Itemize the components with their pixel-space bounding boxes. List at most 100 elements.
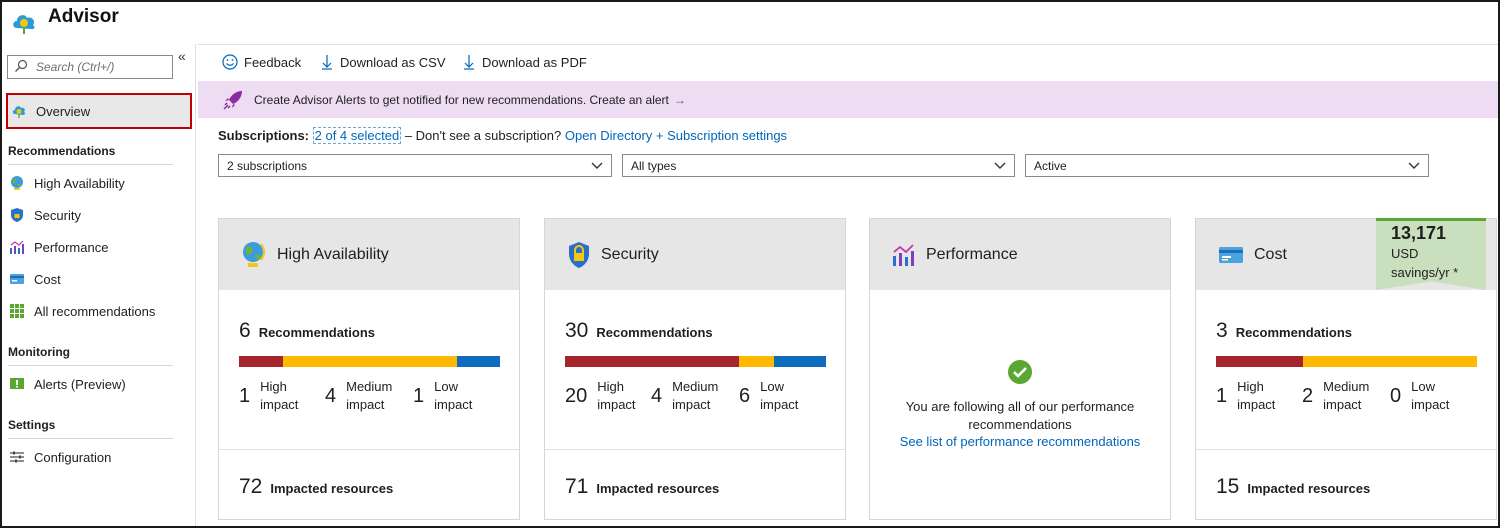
card-high-availability[interactable]: High Availability 6 Recommendations 1 Hig… [218, 218, 520, 520]
high-impact-label: High impact [260, 379, 299, 412]
impacted-resources: 72 Impacted resources [239, 475, 393, 499]
medium-impact: 4 Medium impact [651, 378, 732, 414]
card-title: High Availability [277, 245, 389, 263]
impacted-resources-number: 71 [565, 475, 589, 498]
impact-breakdown: 1 High impact 4 Medium impact 1 Low impact [239, 378, 509, 414]
chevron-down-icon [591, 162, 603, 169]
sidebar-item-label: Alerts (Preview) [34, 376, 126, 392]
savings-currency: USD [1391, 246, 1419, 261]
sidebar: « Overview Recommendations High Availabi… [2, 44, 196, 526]
impact-breakdown: 20 High impact 4 Medium impact 6 Low impact [565, 378, 835, 414]
search-icon [15, 59, 28, 72]
sidebar-item-label: Security [34, 207, 81, 223]
arrow-right-icon: → [673, 92, 686, 107]
impacted-resources-label: Impacted resources [270, 481, 394, 496]
impacted-resources-label: Impacted resources [1247, 481, 1371, 496]
feedback-label: Feedback [244, 54, 302, 70]
shield-icon [567, 241, 591, 269]
low-impact: 0 Low impact [1390, 378, 1471, 414]
impacted-resources: 71 Impacted resources [565, 475, 719, 499]
advisor-icon [10, 102, 28, 120]
title-bar: Advisor [2, 2, 1498, 42]
card-title: Performance [926, 245, 1018, 263]
impact-bar-high [239, 356, 283, 367]
savings-amount: 13,171 [1391, 223, 1447, 243]
medium-impact-label: Medium impact [672, 379, 719, 412]
sidebar-item-all-recommendations[interactable]: All recommendations [2, 296, 194, 326]
impacted-resources-label: Impacted resources [596, 481, 720, 496]
low-impact: 6 Low impact [739, 378, 820, 414]
search-box[interactable] [7, 55, 173, 79]
low-impact-label: Low impact [434, 379, 473, 412]
download-pdf-button[interactable]: Download as PDF [462, 54, 587, 70]
divider [1196, 449, 1496, 450]
low-impact-count: 0 [1390, 384, 1402, 407]
performance-chart-icon [892, 243, 916, 267]
recommendations-label: Recommendations [258, 325, 375, 340]
subscriptions-dropdown[interactable]: 2 subscriptions [218, 154, 612, 177]
recommendations-count: 6 Recommendations [239, 319, 375, 343]
recommendations-label: Recommendations [1235, 325, 1352, 340]
section-recommendations: Recommendations [8, 144, 173, 165]
sidebar-item-label: Cost [34, 271, 61, 287]
subscriptions-selected-link[interactable]: 2 of 4 selected [312, 127, 402, 144]
advisor-logo-icon [13, 15, 35, 34]
low-impact-label: Low impact [760, 379, 799, 412]
download-pdf-label: Download as PDF [482, 54, 587, 70]
sidebar-item-alerts[interactable]: Alerts (Preview) [2, 369, 194, 399]
download-csv-label: Download as CSV [340, 54, 446, 70]
divider [545, 449, 845, 450]
smiley-icon [222, 54, 238, 70]
types-dropdown[interactable]: All types [622, 154, 1015, 177]
following-message: You are following all of our performance… [905, 399, 1135, 432]
sidebar-item-high-availability[interactable]: High Availability [2, 168, 194, 198]
status-dropdown[interactable]: Active [1025, 154, 1429, 177]
card-performance[interactable]: Performance You are following all of our… [869, 218, 1171, 520]
high-impact-label: High impact [597, 379, 636, 412]
recommendations-label: Recommendations [596, 325, 713, 340]
directory-settings-link[interactable]: Open Directory + Subscription settings [565, 128, 787, 143]
sidebar-item-configuration[interactable]: Configuration [2, 442, 194, 472]
types-dropdown-value: All types [631, 158, 677, 173]
grid-icon [8, 302, 26, 320]
card-security[interactable]: Security 30 Recommendations 20 High impac… [544, 218, 846, 520]
subscriptions-line: Subscriptions: 2 of 4 selected – Don't s… [218, 127, 787, 144]
low-impact-count: 6 [739, 384, 751, 407]
impact-bar-medium [1302, 356, 1477, 367]
search-input[interactable] [36, 58, 168, 76]
sidebar-item-cost[interactable]: Cost [2, 264, 194, 294]
savings-period: savings/yr * [1391, 265, 1459, 280]
medium-impact-label: Medium impact [346, 379, 393, 412]
cost-card-icon [1218, 245, 1244, 265]
savings-badge: 13,171 USD savings/yr * [1376, 218, 1486, 290]
impacted-resources-number: 72 [239, 475, 263, 498]
cost-card-icon [8, 270, 26, 288]
sidebar-item-overview[interactable]: Overview [6, 93, 192, 129]
impact-bar-low [456, 356, 500, 367]
card-header: High Availability [219, 219, 519, 290]
chevron-down-icon [1408, 162, 1420, 169]
sidebar-item-label: Configuration [34, 449, 112, 465]
sidebar-item-security[interactable]: Security [2, 200, 194, 230]
see-performance-recommendations-link[interactable]: See list of performance recommendations [870, 434, 1170, 449]
globe-icon [8, 174, 26, 192]
collapse-sidebar-icon[interactable]: « [178, 48, 186, 64]
high-impact: 1 High impact [239, 378, 320, 414]
download-icon [322, 55, 332, 70]
subscriptions-label: Subscriptions: [218, 128, 310, 143]
high-impact: 1 High impact [1216, 378, 1297, 414]
feedback-button[interactable]: Feedback [222, 54, 301, 70]
card-header: Performance [870, 219, 1170, 290]
recommendations-number: 6 [239, 319, 251, 342]
status-dropdown-value: Active [1034, 158, 1067, 173]
impact-breakdown: 1 High impact 2 Medium impact 0 Low impact [1216, 378, 1486, 414]
high-impact-count: 20 [565, 384, 588, 407]
app-title: Advisor [48, 6, 119, 27]
subscriptions-question: – Don't see a subscription? [404, 128, 562, 143]
medium-impact-count: 2 [1302, 384, 1314, 407]
sidebar-item-performance[interactable]: Performance [2, 232, 194, 262]
recommendations-count: 3 Recommendations [1216, 319, 1352, 343]
card-cost[interactable]: Cost 13,171 USD savings/yr * 3 Recommend… [1195, 218, 1497, 520]
download-csv-button[interactable]: Download as CSV [320, 54, 446, 70]
create-alert-banner[interactable]: Create Advisor Alerts to get notified fo… [198, 81, 1498, 118]
